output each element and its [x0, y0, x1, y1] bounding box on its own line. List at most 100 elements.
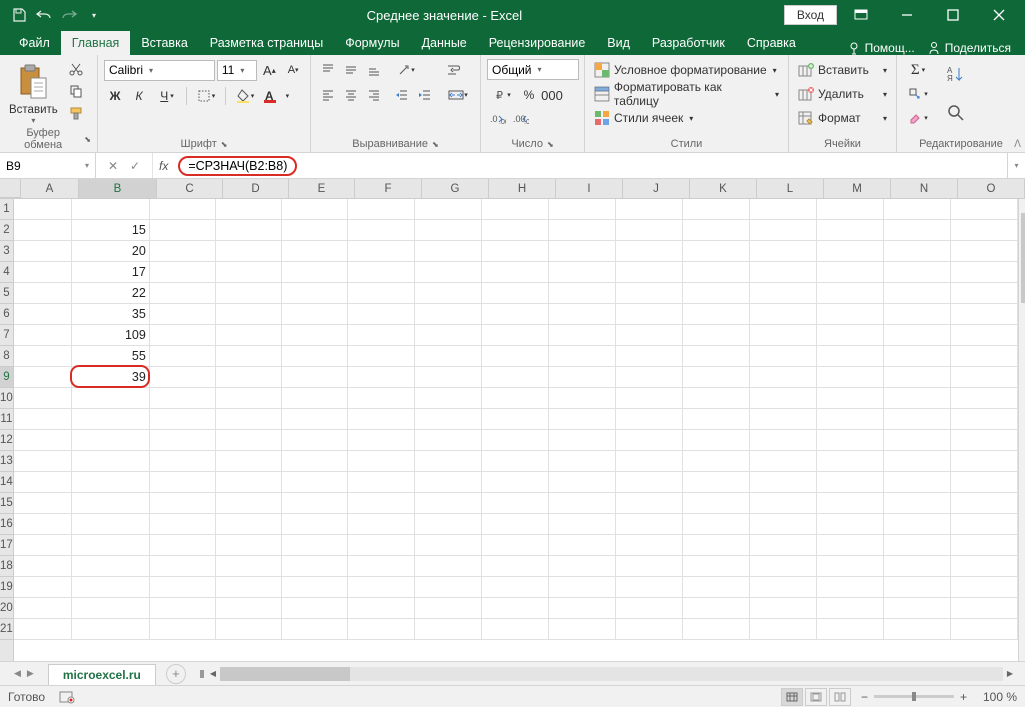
- cell[interactable]: [616, 556, 683, 577]
- cell[interactable]: [482, 325, 549, 346]
- sheet-nav-next-icon[interactable]: ▶: [27, 668, 34, 679]
- wrap-text-button[interactable]: [443, 59, 465, 81]
- cell[interactable]: [216, 493, 282, 514]
- tab-справка[interactable]: Справка: [736, 31, 807, 55]
- cell[interactable]: [282, 283, 348, 304]
- font-color-button[interactable]: A▾: [262, 85, 292, 107]
- cell[interactable]: [348, 283, 415, 304]
- cell-styles-button[interactable]: Стили ячеек▾: [591, 107, 782, 129]
- insert-cells-button[interactable]: Вставить▾: [795, 59, 890, 81]
- cell[interactable]: [884, 409, 951, 430]
- cell[interactable]: 15: [72, 220, 150, 241]
- page-break-view-button[interactable]: [829, 688, 851, 706]
- cell[interactable]: 17: [72, 262, 150, 283]
- cell[interactable]: 35: [72, 304, 150, 325]
- cell[interactable]: [72, 598, 150, 619]
- cell[interactable]: [150, 388, 216, 409]
- column-header[interactable]: D: [223, 179, 289, 198]
- cell[interactable]: [750, 535, 817, 556]
- cell[interactable]: [282, 346, 348, 367]
- horizontal-scrollbar[interactable]: ◀ ▶: [206, 667, 1017, 681]
- cell[interactable]: [14, 493, 72, 514]
- cell[interactable]: [683, 220, 750, 241]
- cell[interactable]: [72, 451, 150, 472]
- cell[interactable]: [616, 367, 683, 388]
- tab-вставка[interactable]: Вставка: [130, 31, 198, 55]
- row-header[interactable]: 4: [0, 262, 13, 283]
- cell[interactable]: [150, 409, 216, 430]
- cell[interactable]: [817, 451, 884, 472]
- cell[interactable]: [750, 388, 817, 409]
- cell[interactable]: [482, 472, 549, 493]
- cell[interactable]: [14, 367, 72, 388]
- cell[interactable]: [216, 451, 282, 472]
- cell[interactable]: [750, 409, 817, 430]
- cell[interactable]: [150, 472, 216, 493]
- cell[interactable]: [616, 430, 683, 451]
- cell[interactable]: [72, 409, 150, 430]
- cell[interactable]: [951, 430, 1018, 451]
- cell[interactable]: [216, 535, 282, 556]
- cell[interactable]: [415, 220, 482, 241]
- cell[interactable]: [750, 262, 817, 283]
- cell[interactable]: [951, 346, 1018, 367]
- cell[interactable]: [817, 409, 884, 430]
- cell[interactable]: [616, 241, 683, 262]
- cell[interactable]: [683, 430, 750, 451]
- fill-button[interactable]: ▾: [903, 83, 933, 105]
- cell[interactable]: [817, 514, 884, 535]
- cell[interactable]: [415, 304, 482, 325]
- cell[interactable]: [150, 199, 216, 220]
- cell[interactable]: [14, 283, 72, 304]
- cell[interactable]: [951, 325, 1018, 346]
- cell[interactable]: [150, 241, 216, 262]
- cell[interactable]: [683, 388, 750, 409]
- cell[interactable]: [482, 577, 549, 598]
- cell[interactable]: [683, 493, 750, 514]
- cell[interactable]: [415, 388, 482, 409]
- column-header[interactable]: J: [623, 179, 690, 198]
- cell[interactable]: [482, 220, 549, 241]
- cell[interactable]: [951, 556, 1018, 577]
- cell[interactable]: [683, 325, 750, 346]
- cell[interactable]: [14, 262, 72, 283]
- cell[interactable]: [415, 430, 482, 451]
- cell[interactable]: [150, 304, 216, 325]
- cell[interactable]: [72, 535, 150, 556]
- cell[interactable]: [884, 241, 951, 262]
- tab-разработчик[interactable]: Разработчик: [641, 31, 736, 55]
- cell[interactable]: [817, 577, 884, 598]
- fill-color-button[interactable]: ▾: [230, 85, 260, 107]
- cell[interactable]: [817, 493, 884, 514]
- cell[interactable]: [884, 325, 951, 346]
- orientation-button[interactable]: ▾: [391, 59, 421, 81]
- autosum-button[interactable]: Σ▾: [903, 59, 933, 81]
- sheet-nav-prev-icon[interactable]: ◀: [14, 668, 21, 679]
- cell[interactable]: [14, 598, 72, 619]
- cell[interactable]: [616, 619, 683, 640]
- delete-cells-button[interactable]: Удалить▾: [795, 83, 890, 105]
- cell[interactable]: [616, 262, 683, 283]
- cell[interactable]: [884, 472, 951, 493]
- cell[interactable]: [616, 220, 683, 241]
- tab-рецензирование[interactable]: Рецензирование: [478, 31, 597, 55]
- cell[interactable]: [415, 472, 482, 493]
- cell[interactable]: [348, 199, 415, 220]
- cell[interactable]: [616, 388, 683, 409]
- underline-button[interactable]: Ч▾: [152, 85, 182, 107]
- cell[interactable]: [683, 619, 750, 640]
- cell[interactable]: [951, 283, 1018, 304]
- italic-button[interactable]: К: [128, 85, 150, 107]
- accounting-format-button[interactable]: ₽▾: [487, 84, 517, 106]
- cell[interactable]: [884, 619, 951, 640]
- cell[interactable]: [282, 472, 348, 493]
- align-center-icon[interactable]: [340, 84, 362, 106]
- undo-icon[interactable]: [33, 4, 55, 26]
- align-left-icon[interactable]: [317, 84, 339, 106]
- number-format-combo[interactable]: Общий▾: [487, 59, 579, 80]
- cell[interactable]: [951, 472, 1018, 493]
- cell[interactable]: [150, 619, 216, 640]
- column-header[interactable]: G: [422, 179, 489, 198]
- expand-formula-bar-icon[interactable]: ▾: [1007, 153, 1025, 178]
- tell-me-button[interactable]: Помощ...: [847, 41, 915, 55]
